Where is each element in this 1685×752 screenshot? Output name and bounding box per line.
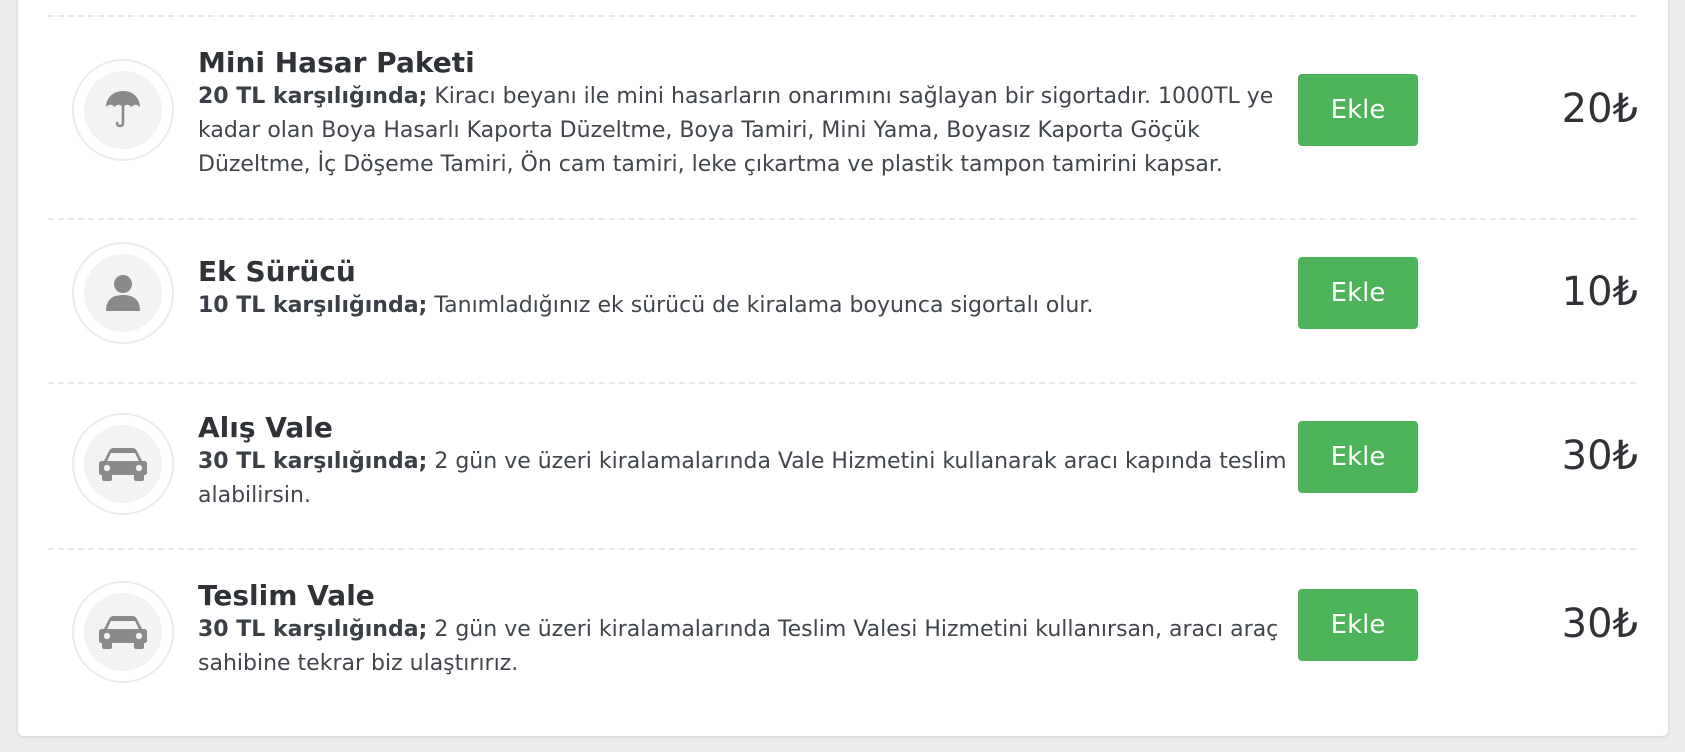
extra-icon-badge: [72, 242, 174, 344]
extra-description: 10 TL karşılığında; Tanımladığınız ek sü…: [198, 289, 1298, 323]
extra-title: Alış Vale: [198, 411, 333, 444]
car-icon: [99, 448, 147, 481]
row-divider: [48, 382, 1636, 384]
extras-card: Mini Hasar Paketi 20 TL karşılığında; Ki…: [18, 0, 1668, 736]
extra-title: Ek Sürücü: [198, 255, 356, 288]
extra-description: 20 TL karşılığında; Kiracı beyanı ile mi…: [198, 80, 1298, 182]
extra-price-prefix: 20 TL karşılığında;: [198, 84, 428, 109]
add-button-ek-surucu[interactable]: Ekle: [1298, 257, 1418, 329]
extra-price: 10₺: [1561, 269, 1638, 315]
add-button-alis-vale[interactable]: Ekle: [1298, 421, 1418, 493]
extra-price: 30₺: [1561, 433, 1638, 479]
extra-icon-badge: [72, 413, 174, 515]
extra-title: Teslim Vale: [198, 579, 375, 612]
extra-price-prefix: 30 TL karşılığında;: [198, 617, 428, 642]
extra-description: 30 TL karşılığında; 2 gün ve üzeri kiral…: [198, 445, 1298, 513]
add-button-teslim-vale[interactable]: Ekle: [1298, 589, 1418, 661]
extra-price: 30₺: [1561, 601, 1638, 647]
extra-price: 20₺: [1561, 86, 1638, 132]
add-button-mini-hasar[interactable]: Ekle: [1298, 74, 1418, 146]
user-icon: [106, 275, 140, 311]
row-divider: [48, 548, 1636, 550]
extra-icon-badge: [72, 59, 174, 161]
row-divider: [48, 15, 1636, 17]
extra-description: 30 TL karşılığında; 2 gün ve üzeri kiral…: [198, 613, 1298, 681]
extra-description-text: Tanımladığınız ek sürücü de kiralama boy…: [427, 293, 1094, 318]
extra-title: Mini Hasar Paketi: [198, 46, 475, 79]
extra-price-prefix: 10 TL karşılığında;: [198, 293, 428, 318]
extra-price-prefix: 30 TL karşılığında;: [198, 449, 428, 474]
extra-icon-badge: [72, 581, 174, 683]
row-divider: [48, 218, 1636, 220]
umbrella-icon: [106, 91, 140, 128]
car-icon: [99, 616, 147, 649]
